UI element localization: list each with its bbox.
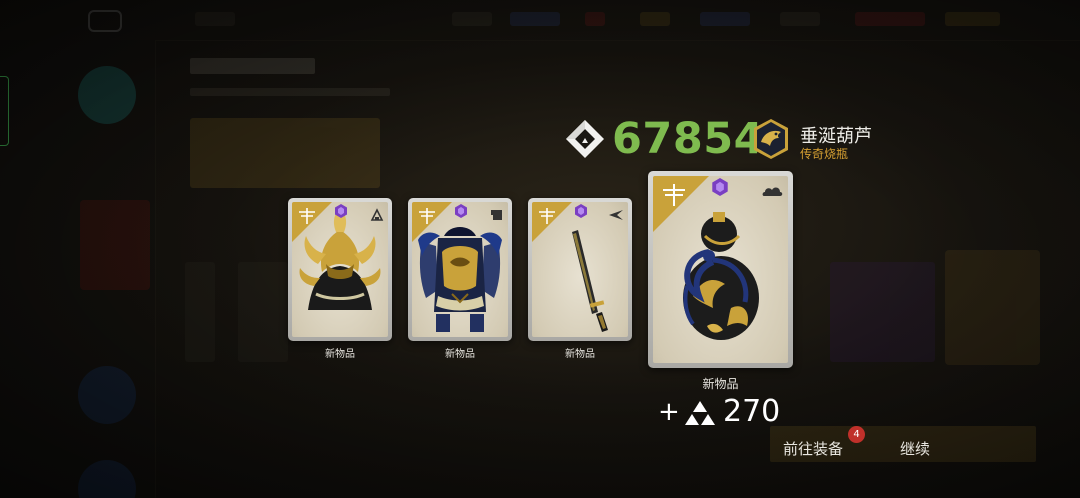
dragonfly-icon <box>653 176 709 232</box>
crow-emblem-icon <box>754 119 788 159</box>
melee-weapon-type-icon <box>609 210 623 220</box>
bonus-value: 270 <box>723 394 781 429</box>
dragonfly-icon <box>412 202 452 242</box>
notification-badge: 4 <box>848 426 865 443</box>
card-label-new-item: 新物品 <box>325 349 355 360</box>
purple-legendary-gem-icon <box>575 204 587 218</box>
card-label-new-item: 新物品 <box>702 377 739 391</box>
card-label-new-item: 新物品 <box>445 349 475 360</box>
continue-button[interactable]: 继续 <box>880 432 950 466</box>
go-equip-label: 前往装备 <box>782 440 843 458</box>
flask-type-icon <box>762 187 783 196</box>
reward-card-helmet[interactable] <box>288 198 392 341</box>
reward-title-subtitle: 传奇烧瓶 <box>800 147 849 161</box>
helix-credits-icon <box>566 120 604 158</box>
continue-label: 继续 <box>899 440 930 458</box>
card-face <box>653 176 788 363</box>
reward-card-katana[interactable] <box>528 198 632 341</box>
supplies-triangle-icon <box>685 401 715 425</box>
helmet-type-icon <box>370 208 384 221</box>
purple-legendary-gem-icon <box>712 178 728 196</box>
go-equip-button[interactable]: 前往装备 <box>770 432 856 466</box>
card-face <box>412 202 508 337</box>
armor-type-icon <box>491 210 502 220</box>
dragonfly-icon <box>532 202 572 242</box>
card-face <box>532 202 628 337</box>
card-face <box>292 202 388 337</box>
reward-card-gourd[interactable] <box>648 171 793 368</box>
dragonfly-icon <box>292 202 332 242</box>
reward-screen: 67854 垂涎葫芦 传奇烧瓶 新物品 新物品 新物品 新物品 + 270 前往… <box>0 0 1080 498</box>
bonus-plus-sign: + <box>658 397 680 427</box>
purple-legendary-gem-icon <box>335 204 347 218</box>
credits-value: 67854 <box>612 114 765 164</box>
card-label-new-item: 新物品 <box>565 349 595 360</box>
purple-legendary-gem-icon <box>455 204 467 218</box>
reward-card-armor[interactable] <box>408 198 512 341</box>
